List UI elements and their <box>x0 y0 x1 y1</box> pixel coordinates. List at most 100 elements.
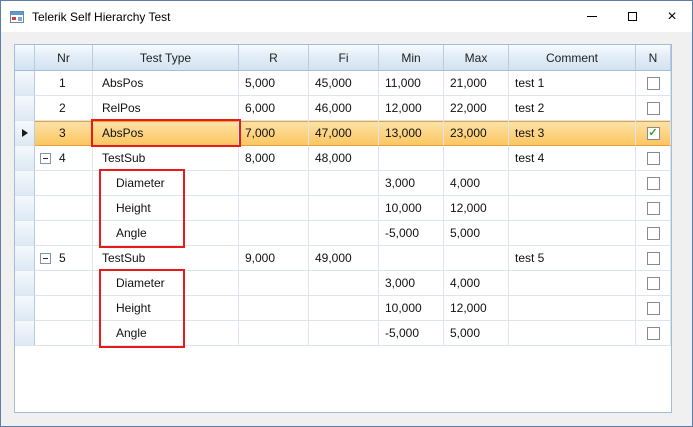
cell-fi[interactable]: 49,000 <box>309 246 379 271</box>
cell-nr[interactable] <box>35 321 93 346</box>
cell-max[interactable]: 4,000 <box>444 271 509 296</box>
cell-nr[interactable]: 4 <box>35 146 93 171</box>
checkbox-unchecked[interactable] <box>647 177 660 190</box>
cell-fi[interactable]: 45,000 <box>309 71 379 96</box>
cell-comment[interactable]: test 3 <box>509 121 636 146</box>
grid-row-10[interactable]: Height10,00012,000 <box>15 296 671 321</box>
cell-min[interactable]: 3,000 <box>379 171 444 196</box>
cell-comment[interactable]: test 2 <box>509 96 636 121</box>
cell-max[interactable] <box>444 146 509 171</box>
cell-min[interactable]: -5,000 <box>379 321 444 346</box>
cell-max[interactable] <box>444 246 509 271</box>
cell-n[interactable] <box>636 96 671 121</box>
cell-min[interactable]: 3,000 <box>379 271 444 296</box>
grid-row-9[interactable]: Diameter 3,0004,000 <box>15 271 671 296</box>
cell-test-type[interactable]: Height <box>93 296 239 321</box>
cell-n[interactable] <box>636 146 671 171</box>
cell-nr[interactable]: 3 <box>35 121 93 146</box>
row-indicator-cell[interactable] <box>15 146 35 171</box>
cell-test-type[interactable]: TestSub <box>93 146 239 171</box>
cell-r[interactable]: 9,000 <box>239 246 309 271</box>
checkbox-unchecked[interactable] <box>647 227 660 240</box>
cell-nr[interactable] <box>35 296 93 321</box>
cell-test-type[interactable]: AbsPos <box>93 121 239 146</box>
cell-test-type[interactable]: RelPos <box>93 96 239 121</box>
cell-max[interactable]: 5,000 <box>444 221 509 246</box>
cell-r[interactable]: 6,000 <box>239 96 309 121</box>
cell-n[interactable]: ✓ <box>636 121 671 146</box>
current-row-indicator-cell[interactable] <box>15 121 35 146</box>
cell-nr[interactable] <box>35 221 93 246</box>
cell-n[interactable] <box>636 171 671 196</box>
row-indicator-cell[interactable] <box>15 296 35 321</box>
cell-min[interactable]: 12,000 <box>379 96 444 121</box>
cell-fi[interactable] <box>309 196 379 221</box>
column-header-min[interactable]: Min <box>379 45 444 71</box>
cell-nr[interactable] <box>35 271 93 296</box>
cell-comment[interactable]: test 1 <box>509 71 636 96</box>
collapse-toggle-icon[interactable] <box>40 153 51 164</box>
cell-nr[interactable]: 5 <box>35 246 93 271</box>
cell-n[interactable] <box>636 71 671 96</box>
checkbox-unchecked[interactable] <box>647 102 660 115</box>
cell-r[interactable] <box>239 196 309 221</box>
cell-min[interactable]: 11,000 <box>379 71 444 96</box>
grid-row-1[interactable]: 1AbsPos5,00045,00011,00021,000test 1 <box>15 71 671 96</box>
grid-row-6[interactable]: Height10,00012,000 <box>15 196 671 221</box>
cell-r[interactable] <box>239 321 309 346</box>
cell-max[interactable]: 22,000 <box>444 96 509 121</box>
cell-n[interactable] <box>636 196 671 221</box>
cell-fi[interactable] <box>309 221 379 246</box>
row-indicator-cell[interactable] <box>15 96 35 121</box>
row-indicator-cell[interactable] <box>15 246 35 271</box>
cell-test-type[interactable]: Angle <box>93 221 239 246</box>
cell-nr[interactable]: 1 <box>35 71 93 96</box>
column-header-test-type[interactable]: Test Type <box>93 45 239 71</box>
cell-n[interactable] <box>636 246 671 271</box>
cell-min[interactable] <box>379 146 444 171</box>
cell-test-type[interactable]: Diameter <box>93 171 239 196</box>
cell-fi[interactable] <box>309 321 379 346</box>
cell-r[interactable] <box>239 171 309 196</box>
cell-n[interactable] <box>636 221 671 246</box>
grid-row-2[interactable]: 2RelPos6,00046,00012,00022,000test 2 <box>15 96 671 121</box>
checkbox-unchecked[interactable] <box>647 277 660 290</box>
column-header-r[interactable]: R <box>239 45 309 71</box>
row-indicator-cell[interactable] <box>15 221 35 246</box>
cell-nr[interactable] <box>35 171 93 196</box>
column-header-fi[interactable]: Fi <box>309 45 379 71</box>
cell-test-type[interactable]: Diameter <box>93 271 239 296</box>
cell-min[interactable]: 10,000 <box>379 296 444 321</box>
cell-max[interactable]: 4,000 <box>444 171 509 196</box>
cell-nr[interactable]: 2 <box>35 96 93 121</box>
cell-comment[interactable]: test 5 <box>509 246 636 271</box>
cell-min[interactable] <box>379 246 444 271</box>
grid-row-8[interactable]: 5TestSub9,00049,000test 5 <box>15 246 671 271</box>
cell-r[interactable]: 7,000 <box>239 121 309 146</box>
cell-comment[interactable] <box>509 296 636 321</box>
cell-test-type[interactable]: Height <box>93 196 239 221</box>
cell-max[interactable]: 5,000 <box>444 321 509 346</box>
row-indicator-cell[interactable] <box>15 321 35 346</box>
cell-n[interactable] <box>636 321 671 346</box>
column-header-nr[interactable]: Nr <box>35 45 93 71</box>
row-indicator-cell[interactable] <box>15 171 35 196</box>
cell-comment[interactable] <box>509 271 636 296</box>
cell-fi[interactable]: 46,000 <box>309 96 379 121</box>
checkbox-checked[interactable]: ✓ <box>647 127 660 140</box>
cell-r[interactable]: 8,000 <box>239 146 309 171</box>
cell-min[interactable]: 13,000 <box>379 121 444 146</box>
grid-row-4[interactable]: 4TestSub8,00048,000test 4 <box>15 146 671 171</box>
cell-n[interactable] <box>636 271 671 296</box>
cell-fi[interactable] <box>309 171 379 196</box>
grid-row-11[interactable]: Angle -5,0005,000 <box>15 321 671 346</box>
cell-min[interactable]: 10,000 <box>379 196 444 221</box>
column-header-n[interactable]: N <box>636 45 671 71</box>
minimize-button[interactable] <box>572 1 612 32</box>
column-header-comment[interactable]: Comment <box>509 45 636 71</box>
checkbox-unchecked[interactable] <box>647 302 660 315</box>
checkbox-unchecked[interactable] <box>647 327 660 340</box>
cell-comment[interactable] <box>509 171 636 196</box>
cell-test-type[interactable]: Angle <box>93 321 239 346</box>
grid-row-5[interactable]: Diameter 3,0004,000 <box>15 171 671 196</box>
